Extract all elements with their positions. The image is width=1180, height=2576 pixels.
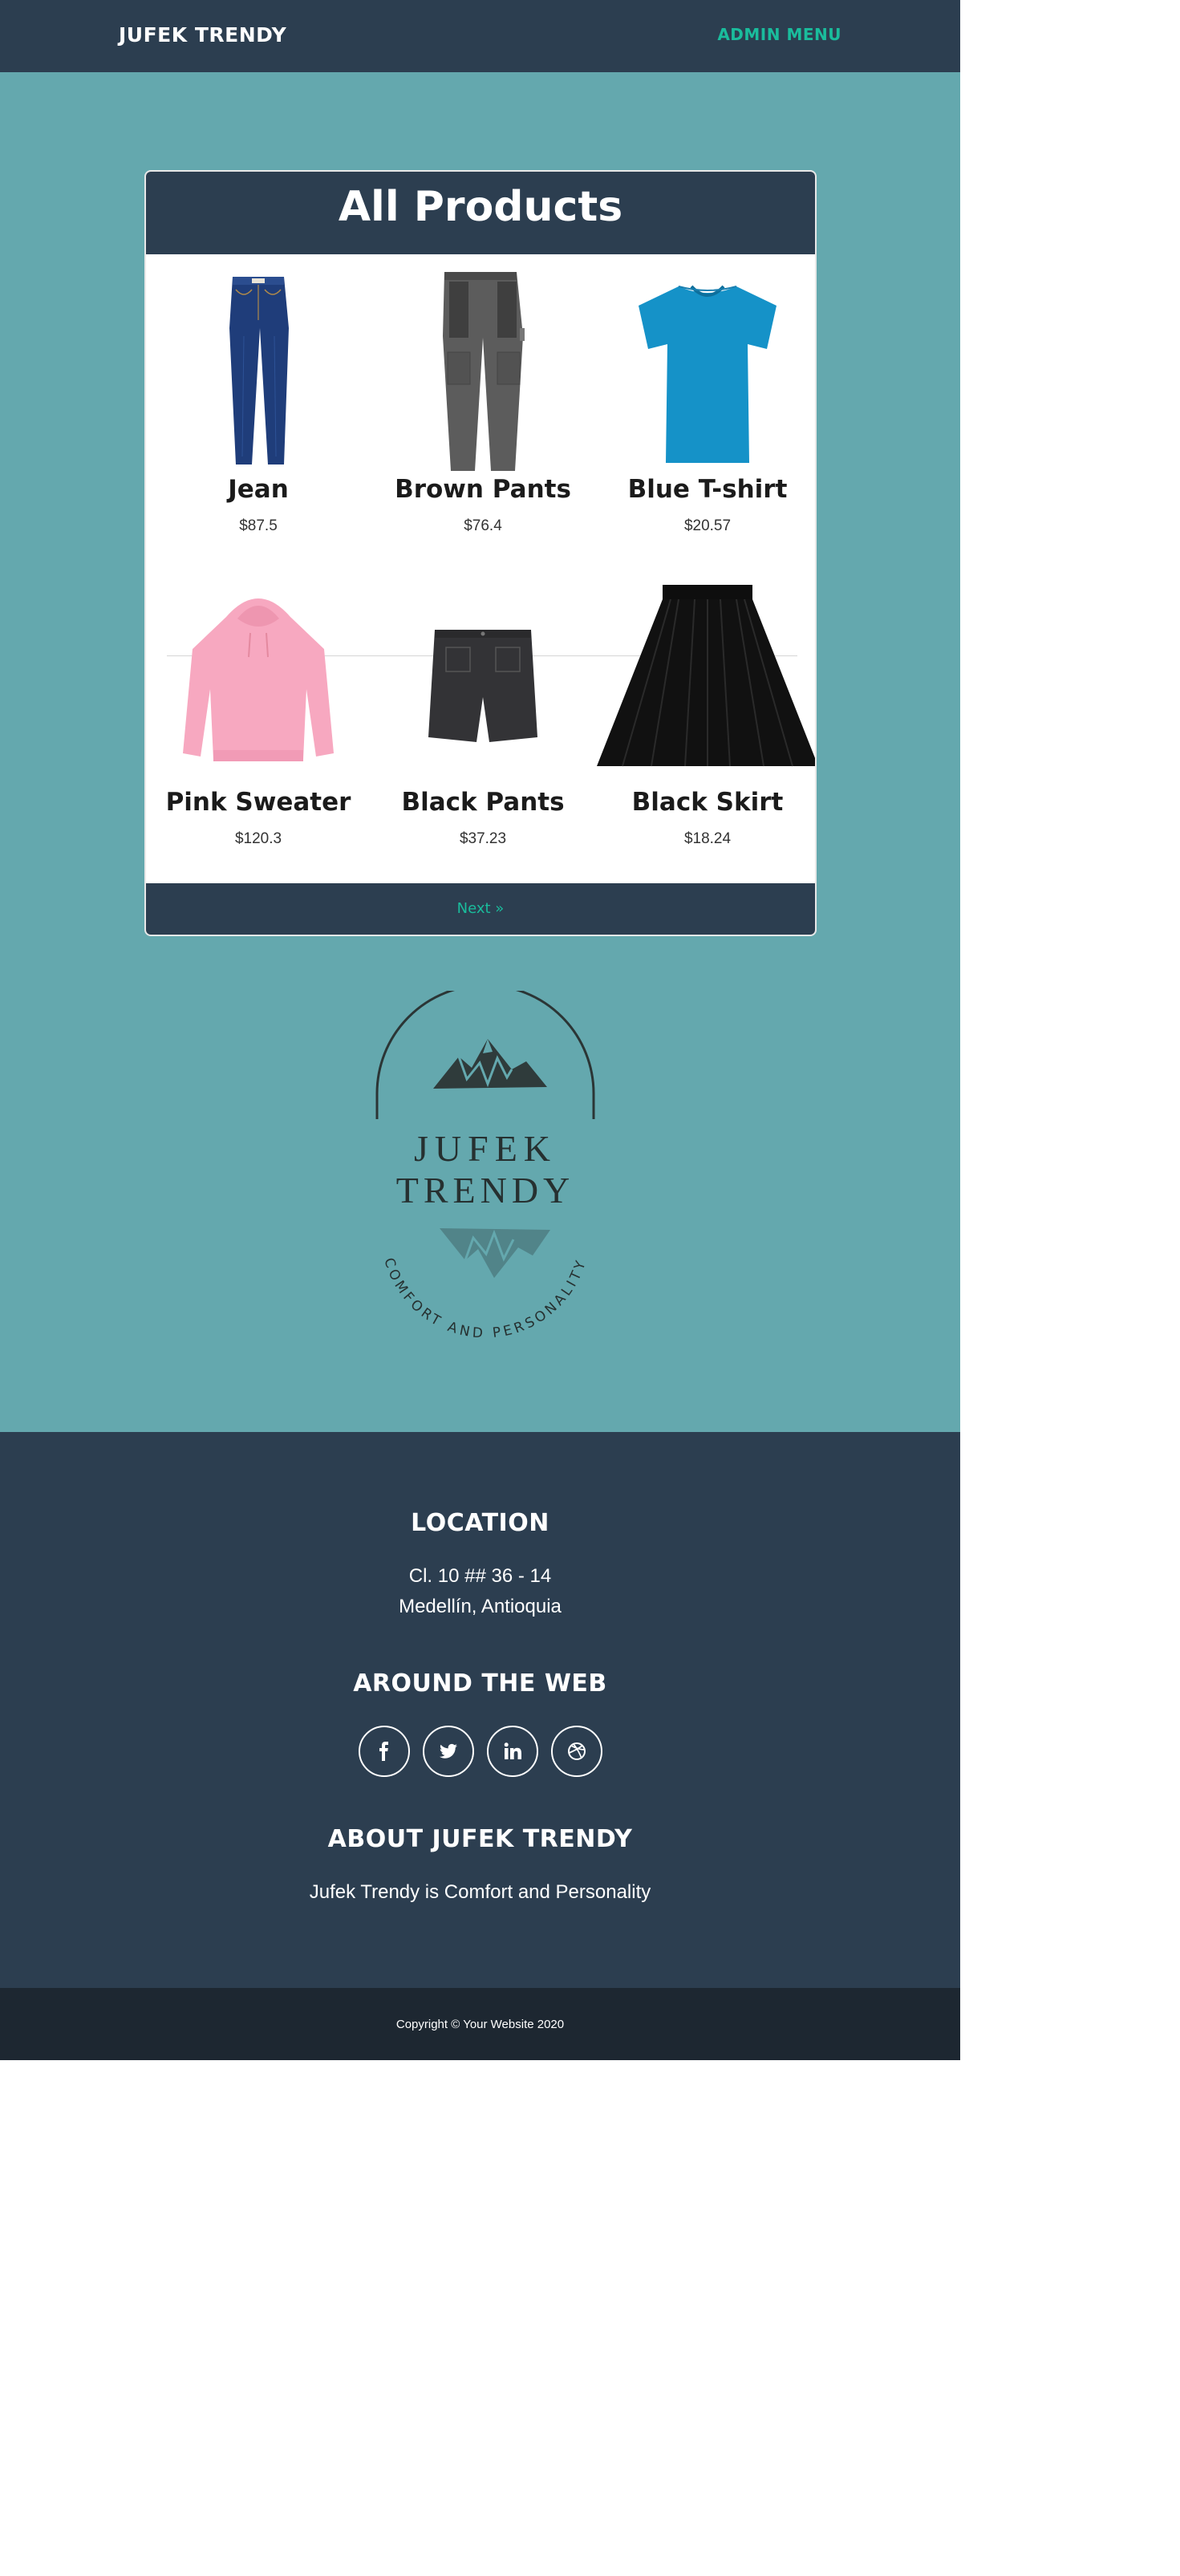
black-skirt-image [597, 585, 815, 767]
jufek-trendy-logo: JUFEK TRENDY COMFORT AND PERSONALITY [375, 991, 595, 1342]
about-heading: ABOUT JUFEK TRENDY [327, 1825, 633, 1853]
location-heading: LOCATION [411, 1509, 549, 1537]
product-name: Black Skirt [631, 788, 784, 817]
dribbble-button[interactable] [551, 1726, 602, 1777]
dribbble-icon [568, 1742, 586, 1760]
product-price: $76.4 [464, 517, 502, 534]
address-line-2: Medellín, Antioquia [399, 1596, 562, 1617]
pagination-bar: Next » [146, 883, 815, 935]
twitter-icon [440, 1743, 457, 1759]
mountain-icon [433, 1039, 547, 1089]
navbar: JUFEK TRENDY ADMIN MENU [0, 0, 960, 72]
product-card-black-skirt[interactable]: Black Skirt $18.24 [595, 567, 815, 872]
social-links [359, 1726, 602, 1779]
black-pants-image [428, 630, 537, 742]
product-name: Blue T-shirt [627, 475, 788, 504]
product-name: Black Pants [401, 788, 565, 817]
linkedin-icon [504, 1742, 521, 1759]
blue-tshirt-image [639, 285, 777, 463]
product-card-black-pants[interactable]: Black Pants $37.23 [371, 567, 595, 872]
product-row: Pink Sweater $120.3 Black Pants $37.23 B… [146, 567, 815, 872]
logo-line1: JUFEK [414, 1128, 557, 1169]
logo-line2: TRENDY [396, 1170, 575, 1211]
masthead: All Products Jean $87.5 Brown Pants $76.… [0, 72, 960, 1432]
product-name: Brown Pants [395, 475, 571, 504]
products-card: All Products Jean $87.5 Brown Pants $76.… [144, 170, 817, 936]
product-name: Jean [228, 475, 289, 504]
next-page-link[interactable]: Next » [146, 900, 815, 917]
product-price: $20.57 [683, 517, 732, 534]
facebook-icon [379, 1742, 388, 1761]
product-price: $18.24 [683, 830, 732, 847]
page-title: All Products [338, 183, 623, 231]
products-card-header: All Products [146, 172, 815, 254]
product-card-blue-tshirt[interactable]: Blue T-shirt $20.57 [595, 254, 815, 559]
logo-tagline-text: COMFORT AND PERSONALITY [380, 1256, 590, 1342]
product-card-brown-pants[interactable]: Brown Pants $76.4 [371, 254, 595, 559]
product-card-jean[interactable]: Jean $87.5 [146, 254, 371, 559]
linkedin-button[interactable] [487, 1726, 538, 1777]
product-price: $120.3 [234, 830, 282, 847]
around-the-web-heading: AROUND THE WEB [353, 1669, 607, 1698]
copyright-text: Copyright © Your Website 2020 [395, 2018, 565, 2031]
product-card-pink-sweater[interactable]: Pink Sweater $120.3 [146, 567, 371, 872]
admin-menu-link[interactable]: ADMIN MENU [717, 25, 841, 44]
brand-link[interactable]: JUFEK TRENDY [119, 23, 286, 47]
jean-image [229, 277, 289, 464]
product-row: Jean $87.5 Brown Pants $76.4 Blue T-shir… [146, 254, 815, 559]
pink-sweater-image [183, 598, 334, 761]
footer: LOCATION Cl. 10 ## 36 - 14 Medellín, Ant… [0, 1432, 960, 1988]
address-line-1: Cl. 10 ## 36 - 14 [408, 1565, 552, 1587]
brown-pants-image [443, 272, 525, 471]
copyright-bar: Copyright © Your Website 2020 [0, 1988, 960, 2060]
product-name: Pink Sweater [165, 788, 351, 817]
about-text: Jufek Trendy is Comfort and Personality [309, 1881, 651, 1903]
product-price: $87.5 [239, 517, 278, 534]
facebook-button[interactable] [359, 1726, 410, 1777]
logo-tagline: COMFORT AND PERSONALITY [380, 1256, 586, 1342]
product-price: $37.23 [459, 830, 507, 847]
twitter-button[interactable] [423, 1726, 474, 1777]
mountain-reflection-icon [440, 1228, 550, 1278]
